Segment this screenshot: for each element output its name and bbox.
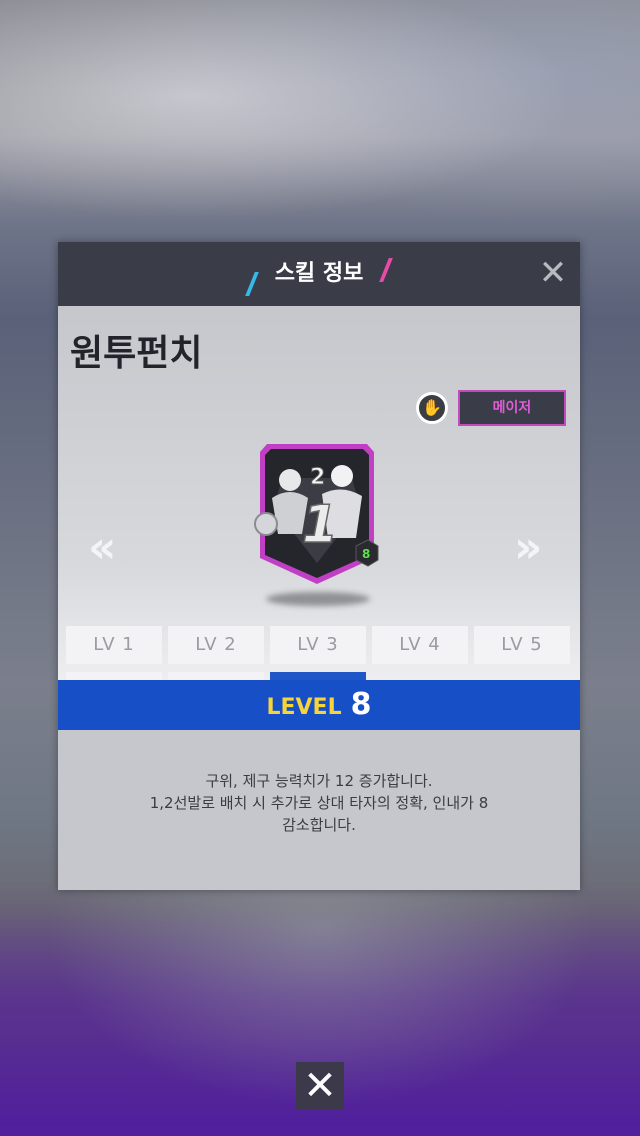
background-blur-top (0, 0, 640, 240)
close-button[interactable]: ✕ (296, 1062, 344, 1110)
level-banner-text: LEVEL 8 (58, 680, 580, 730)
prev-skill-button[interactable]: « (88, 526, 116, 570)
card-number-top: 2 (310, 465, 325, 490)
description-line-2: 1,2선발로 배치 시 추가로 상대 타자의 정확, 인내가 8 (149, 794, 489, 812)
dialog-title: 스킬 정보 (274, 261, 364, 286)
level-word: LEVEL (266, 695, 342, 720)
level-button-5[interactable]: LV 5 (474, 626, 570, 664)
skill-detail-area: 원투펀치 ✋ 메이저 « » 2 1 8 LV 1 LV 2 LV 3 LV 4… (58, 306, 580, 710)
skill-type-badge: 메이저 (458, 390, 566, 426)
glove-icon: ✋ (416, 392, 448, 424)
level-button-4[interactable]: LV 4 (372, 626, 468, 664)
glove-emblem-icon (254, 512, 278, 536)
description-line-3: 감소합니다. (282, 816, 356, 834)
skill-info-dialog: 스킬 정보 ✕ 원투펀치 ✋ 메이저 « » 2 1 8 LV 1 LV 2 L… (58, 242, 580, 890)
dialog-header: 스킬 정보 ✕ (58, 242, 580, 306)
level-button-2[interactable]: LV 2 (168, 626, 264, 664)
card-shadow (266, 592, 370, 606)
skill-name: 원투펀치 (70, 333, 203, 374)
player-left-icon (279, 469, 301, 491)
level-button-3[interactable]: LV 3 (270, 626, 366, 664)
player-right-icon (331, 465, 353, 487)
dialog-close-button[interactable]: ✕ (536, 256, 570, 290)
description-line-1: 구위, 제구 능력치가 12 증가합니다. (205, 772, 433, 790)
description-area: 구위, 제구 능력치가 12 증가합니다. 1,2선발로 배치 시 추가로 상대… (58, 730, 580, 890)
level-button-1[interactable]: LV 1 (66, 626, 162, 664)
level-banner: LEVEL 8 (58, 680, 580, 730)
card-number-main: 1 (302, 495, 338, 555)
card-level-badge: 8 (362, 547, 370, 561)
skill-card: 2 1 8 (254, 444, 379, 584)
skill-description: 구위, 제구 능력치가 12 증가합니다. 1,2선발로 배치 시 추가로 상대… (88, 770, 550, 836)
level-number: 8 (350, 687, 372, 722)
next-skill-button[interactable]: » (514, 526, 542, 570)
